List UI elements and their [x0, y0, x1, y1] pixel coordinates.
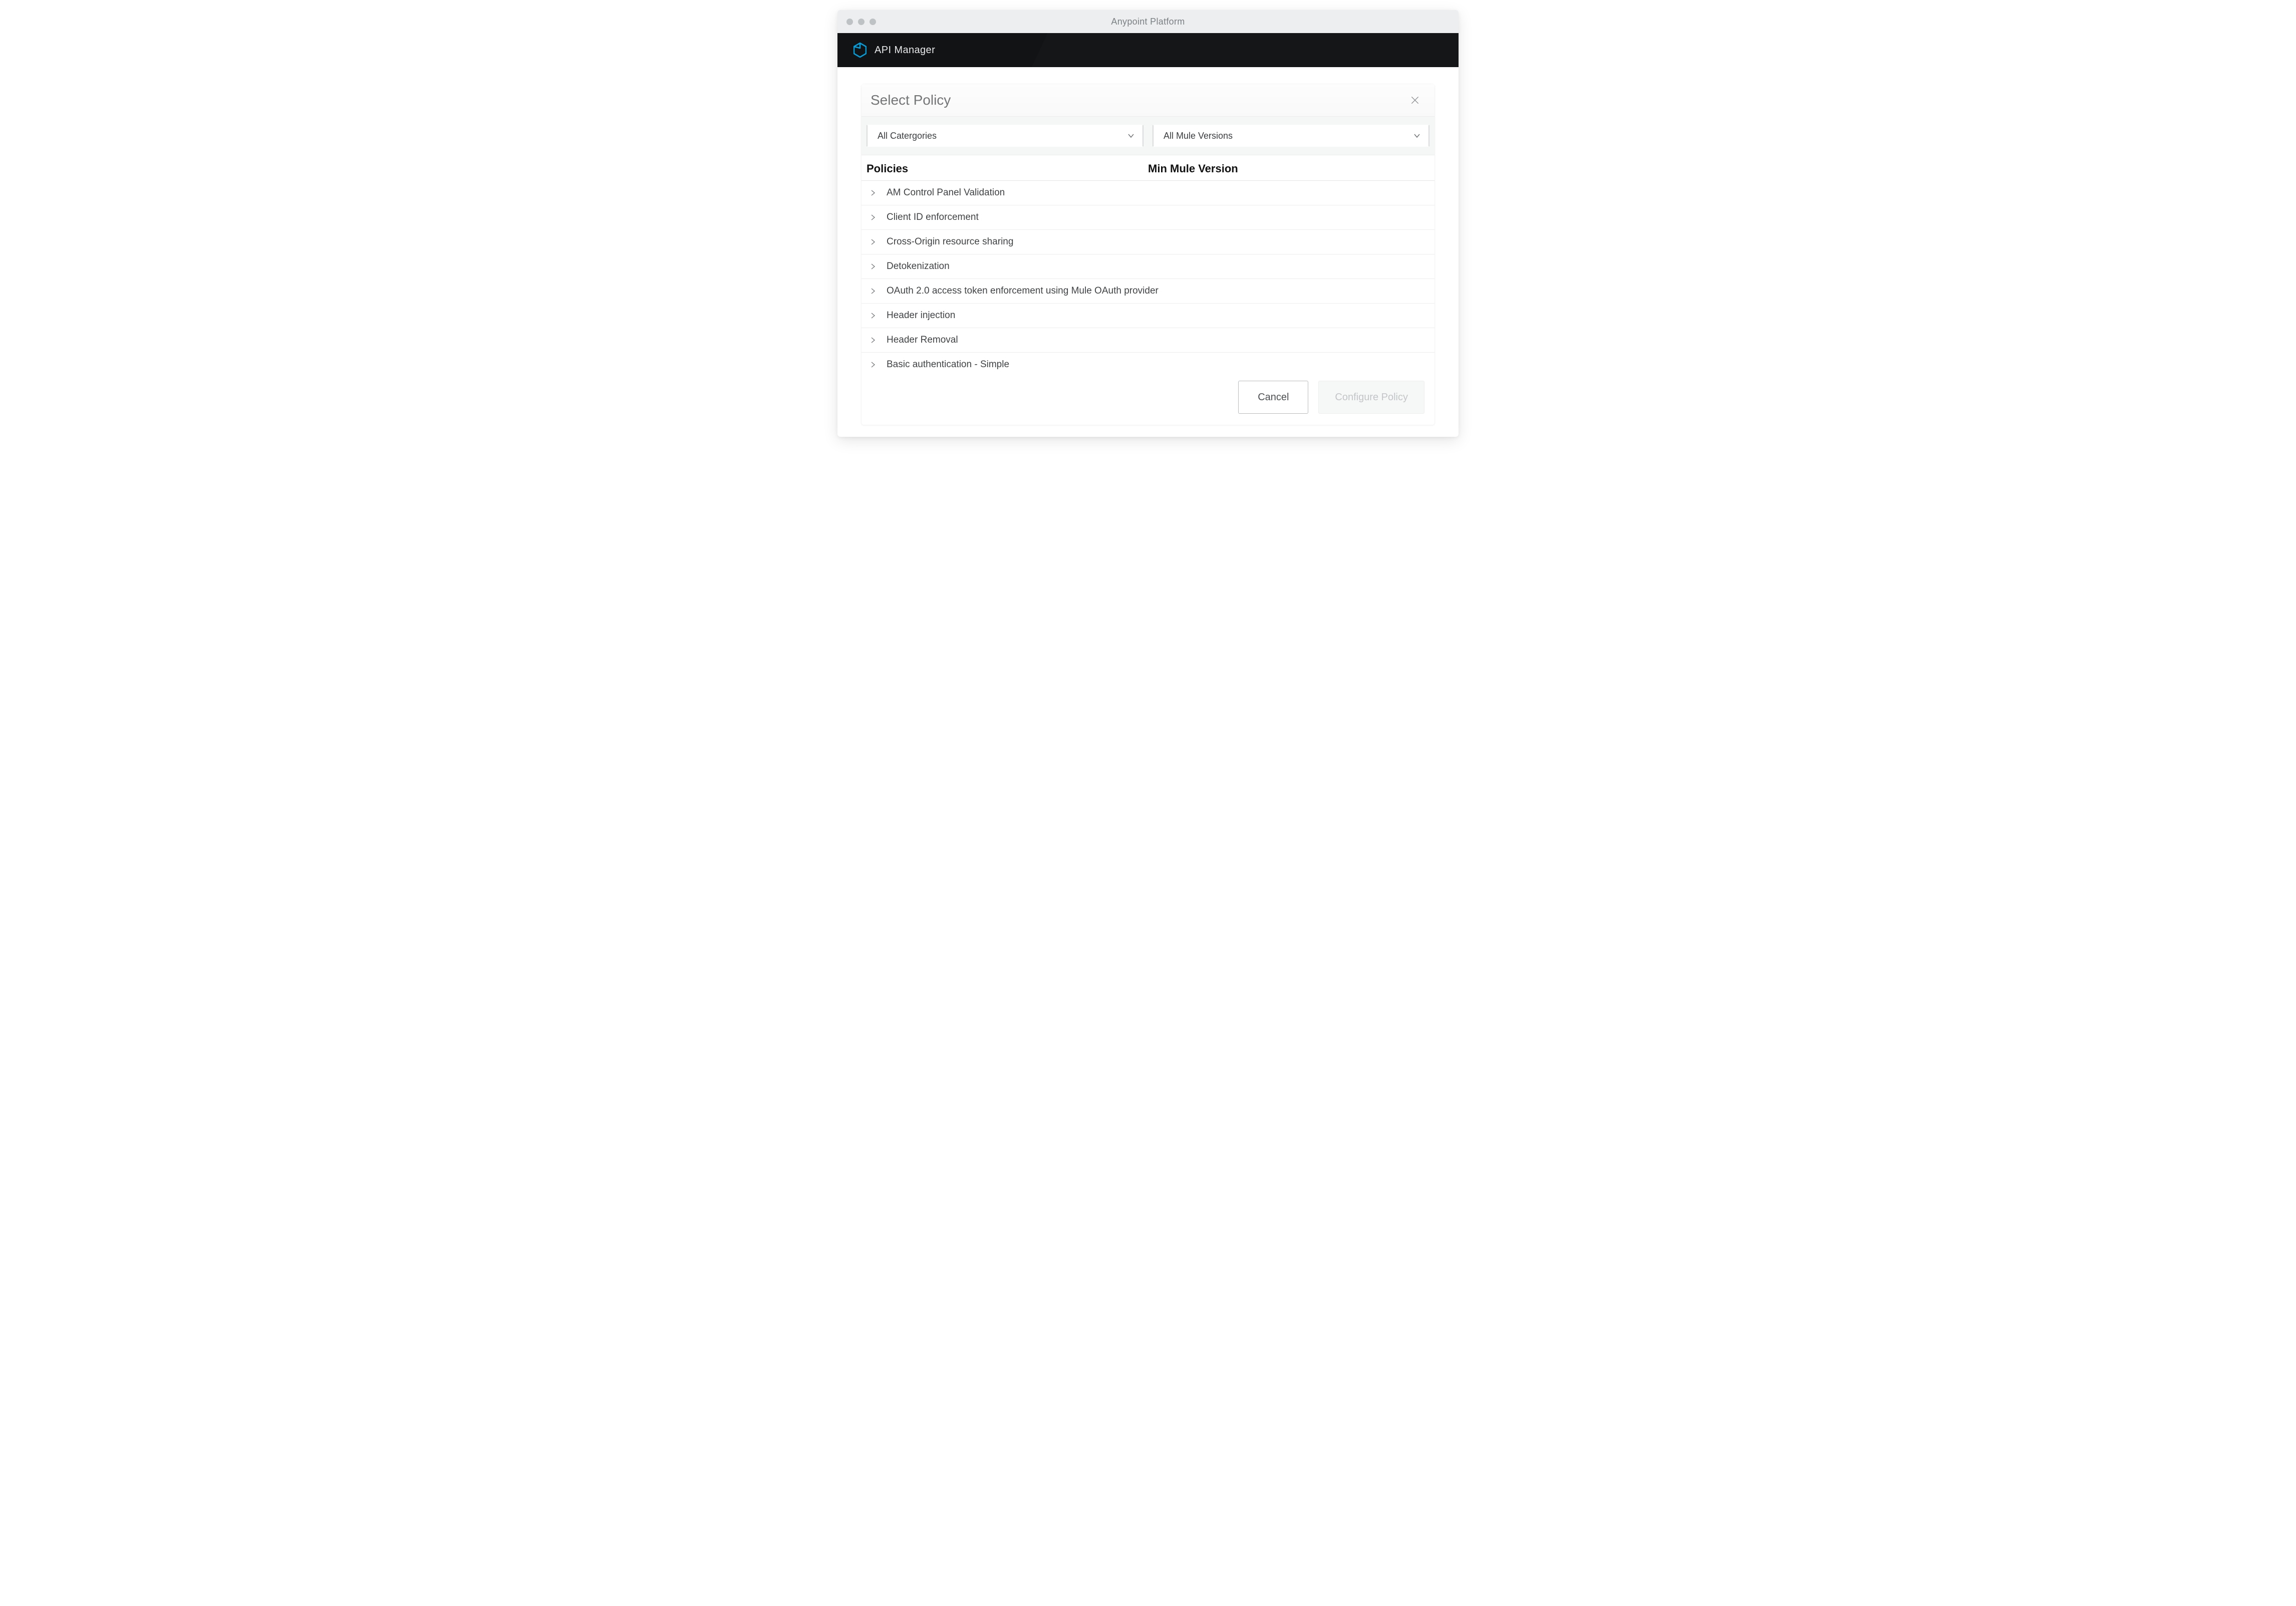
chevron-down-icon [1413, 132, 1420, 139]
policy-name: Basic authentication - Simple [887, 359, 1009, 370]
policy-row[interactable]: Cross-Origin resource sharing [862, 230, 1434, 254]
app-title: API Manager [875, 45, 935, 56]
column-min-version: Min Mule Version [1148, 162, 1429, 175]
app-header: API Manager [837, 33, 1459, 67]
chevron-right-icon [870, 312, 877, 319]
cancel-button[interactable]: Cancel [1238, 381, 1308, 414]
content-area: Select Policy All Catergories All Mule V… [837, 67, 1459, 437]
chevron-down-icon [1127, 132, 1134, 139]
column-policies: Policies [867, 162, 1148, 175]
policy-name: AM Control Panel Validation [887, 187, 1005, 198]
policy-row[interactable]: Basic authentication - Simple [862, 353, 1434, 377]
policy-name: Header Removal [887, 335, 958, 346]
window-zoom-dot[interactable] [870, 19, 876, 25]
panel-title: Select Policy [871, 92, 951, 108]
policy-name: Cross-Origin resource sharing [887, 236, 1013, 247]
panel-header: Select Policy [862, 84, 1434, 117]
window-title: Anypoint Platform [837, 17, 1459, 27]
mule-version-select[interactable]: All Mule Versions [1153, 125, 1429, 147]
policy-list: AM Control Panel Validation Client ID enf… [862, 181, 1434, 377]
anypoint-logo-icon [853, 43, 867, 58]
policy-row[interactable]: AM Control Panel Validation [862, 181, 1434, 205]
cancel-button-label: Cancel [1258, 392, 1289, 403]
policy-row[interactable]: Header Removal [862, 328, 1434, 353]
chevron-right-icon [870, 214, 877, 221]
window-close-dot[interactable] [846, 19, 853, 25]
category-select-value: All Catergories [878, 131, 937, 141]
chevron-right-icon [870, 288, 877, 295]
mule-version-select-value: All Mule Versions [1164, 131, 1233, 141]
chevron-right-icon [870, 361, 877, 368]
configure-policy-button-label: Configure Policy [1335, 392, 1408, 403]
window-controls [846, 19, 876, 25]
list-header: Policies Min Mule Version [862, 155, 1434, 181]
configure-policy-button[interactable]: Configure Policy [1318, 381, 1424, 414]
policy-name: Client ID enforcement [887, 212, 979, 223]
chevron-right-icon [870, 189, 877, 196]
policy-row[interactable]: Detokenization [862, 254, 1434, 279]
policy-name: Detokenization [887, 261, 950, 272]
window-titlebar: Anypoint Platform [837, 10, 1459, 33]
filters-row: All Catergories All Mule Versions [862, 117, 1434, 155]
policy-row[interactable]: Client ID enforcement [862, 205, 1434, 230]
policy-row[interactable]: OAuth 2.0 access token enforcement using… [862, 279, 1434, 304]
chevron-right-icon [870, 263, 877, 270]
select-policy-panel: Select Policy All Catergories All Mule V… [862, 84, 1434, 425]
chevron-right-icon [870, 238, 877, 245]
chevron-right-icon [870, 337, 877, 344]
app-window: Anypoint Platform API Manager Select Pol… [837, 10, 1459, 437]
policy-name: OAuth 2.0 access token enforcement using… [887, 286, 1159, 297]
policy-name: Header injection [887, 310, 955, 321]
close-icon[interactable] [1409, 95, 1420, 106]
window-minimize-dot[interactable] [858, 19, 865, 25]
panel-footer: Cancel Configure Policy [862, 377, 1434, 425]
category-select[interactable]: All Catergories [867, 125, 1143, 147]
policy-row[interactable]: Header injection [862, 304, 1434, 328]
